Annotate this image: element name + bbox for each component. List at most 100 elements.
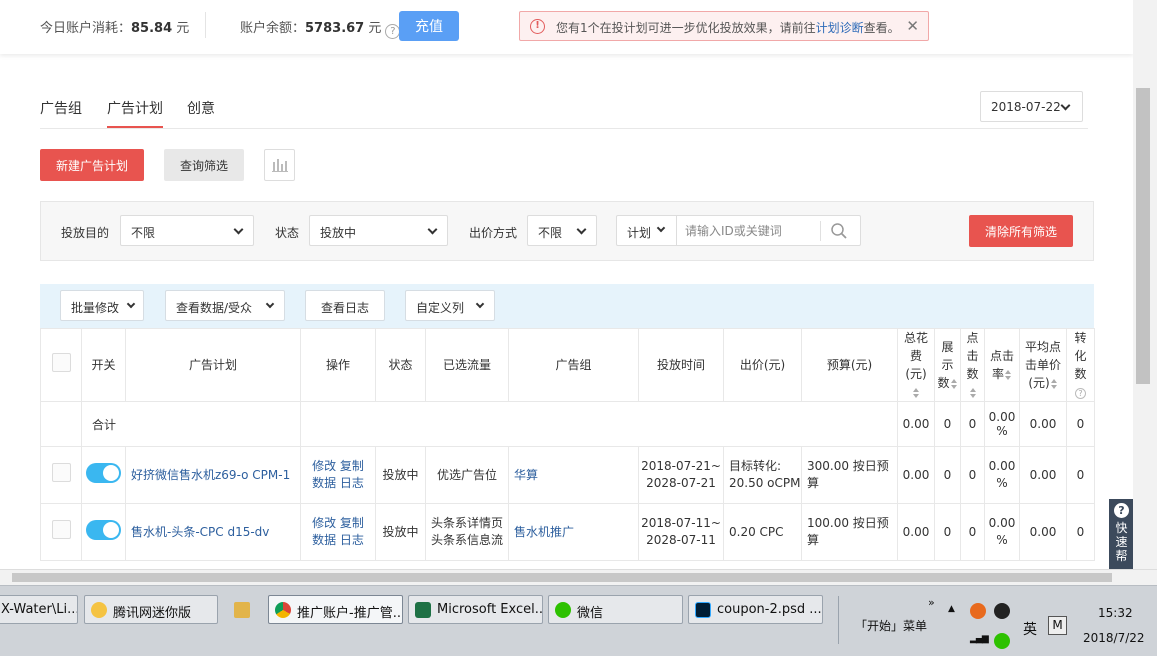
- table-header-row: 开关 广告计划 操作 状态 已选流量 广告组 投放时间 出价(元) 预算(元) …: [40, 328, 1095, 402]
- log-link[interactable]: 日志: [340, 476, 364, 490]
- ad-group-link[interactable]: 华算: [508, 446, 639, 504]
- start-menu[interactable]: 「开始」菜单: [855, 617, 927, 634]
- task-chrome-ad-account[interactable]: 推广账户-推广管...: [268, 595, 403, 624]
- ime-language[interactable]: 英: [1023, 619, 1037, 639]
- search-icon[interactable]: [830, 222, 848, 240]
- divider: [838, 596, 839, 644]
- row-impressions: 0: [934, 446, 961, 504]
- bid-type-value: 不限: [538, 226, 563, 240]
- task-tencent-mini[interactable]: 腾讯网迷你版: [84, 595, 218, 624]
- sort-icon[interactable]: [969, 387, 977, 398]
- vertical-scrollbar[interactable]: [1133, 0, 1157, 569]
- ad-group-link[interactable]: 售水机推广: [508, 503, 639, 561]
- search-scope-select[interactable]: 计划: [617, 216, 677, 245]
- question-icon[interactable]: ?: [1075, 388, 1086, 399]
- task-file-explorer[interactable]: X-Water\Li...: [0, 595, 78, 624]
- row-conversions: 0: [1066, 503, 1095, 561]
- task-photoshop[interactable]: coupon-2.psd ...: [688, 595, 823, 624]
- edit-link[interactable]: 修改: [312, 516, 336, 530]
- sort-icon[interactable]: [1005, 369, 1012, 380]
- copy-link[interactable]: 复制: [340, 516, 364, 530]
- row-ctr: 0.00 %: [984, 446, 1020, 504]
- expand-icon[interactable]: »: [928, 596, 935, 609]
- log-link[interactable]: 日志: [340, 533, 364, 547]
- clear-filters-button[interactable]: 清除所有筛选: [969, 215, 1073, 247]
- status-select[interactable]: 投放中: [309, 215, 448, 246]
- flame-icon[interactable]: [970, 603, 986, 619]
- header-switch: 开关: [81, 328, 126, 402]
- data-link[interactable]: 数据: [312, 533, 336, 547]
- level-tabs: 广告组 广告计划 创意: [40, 98, 1088, 129]
- qq-icon[interactable]: [994, 603, 1010, 619]
- optimization-alert: ! 您有1个在投计划可进一步优化投放效果，请前往计划诊断查看。 ✕: [519, 11, 929, 41]
- new-plan-button[interactable]: 新建广告计划: [40, 149, 144, 181]
- sort-icon[interactable]: [950, 378, 958, 389]
- row-conversions: 0: [1066, 446, 1095, 504]
- balance-value: 5783.67: [305, 21, 365, 36]
- folder-icon[interactable]: [234, 602, 250, 618]
- custom-columns-dropdown[interactable]: 自定义列: [405, 290, 495, 321]
- edit-link[interactable]: 修改: [312, 459, 336, 473]
- bid-type-select[interactable]: 不限: [527, 215, 597, 246]
- status-value: 投放中: [320, 226, 357, 240]
- row-checkbox[interactable]: [51, 520, 71, 539]
- header-cost[interactable]: 总花费(元): [897, 328, 935, 402]
- search-input[interactable]: [685, 222, 815, 240]
- view-data-dropdown[interactable]: 查看数据/受众: [165, 290, 285, 321]
- tab-ad-plan[interactable]: 广告计划: [107, 98, 163, 128]
- header-impressions[interactable]: 展示数: [934, 328, 961, 402]
- tab-creative[interactable]: 创意: [187, 98, 215, 118]
- recharge-button[interactable]: 充值: [399, 11, 459, 41]
- close-icon[interactable]: ✕: [906, 17, 919, 35]
- scrollbar-thumb[interactable]: [12, 573, 1112, 582]
- date-value: 2018-07-22: [991, 100, 1061, 114]
- header-ctr[interactable]: 点击率: [984, 328, 1020, 402]
- plan-table: 开关 广告计划 操作 状态 已选流量 广告组 投放时间 出价(元) 预算(元) …: [40, 328, 1095, 561]
- today-spend-unit: 元: [176, 21, 190, 36]
- wechat-icon: [555, 602, 571, 618]
- clock-time[interactable]: 15:32: [1098, 606, 1133, 620]
- network-icon[interactable]: ▂▄▆: [970, 634, 989, 644]
- plan-toggle[interactable]: [86, 462, 121, 483]
- quick-help-button[interactable]: ? 快 速 帮: [1109, 499, 1133, 569]
- query-filter-button[interactable]: 查询筛选: [164, 149, 244, 181]
- today-spend-label: 今日账户消耗：: [40, 21, 132, 36]
- task-wechat[interactable]: 微信: [548, 595, 683, 624]
- today-spend: 今日账户消耗：85.84 元: [40, 17, 189, 36]
- triangle-up-icon[interactable]: ▲: [948, 604, 955, 614]
- header-ops: 操作: [300, 328, 376, 402]
- bid-type-label: 出价方式: [469, 226, 518, 240]
- sort-icon[interactable]: [1050, 378, 1058, 389]
- header-clicks[interactable]: 点击数: [960, 328, 985, 402]
- tab-ad-group[interactable]: 广告组: [40, 98, 82, 118]
- plan-toggle[interactable]: [86, 519, 121, 540]
- batch-edit-dropdown[interactable]: 批量修改: [60, 290, 144, 321]
- row-avg-cpc: 0.00: [1019, 446, 1067, 504]
- sort-icon[interactable]: [913, 387, 920, 398]
- table-row: 售水机-头条-CPC d15-dv 修改 复制 数据 日志 投放中 头条系详情页…: [40, 503, 1095, 561]
- horizontal-scrollbar[interactable]: [0, 569, 1157, 585]
- plan-name-link[interactable]: 好挤微信售水机z69-o CPM-1: [125, 446, 301, 504]
- ime-mode-icon[interactable]: M: [1048, 616, 1067, 635]
- clock-date[interactable]: 2018/7/22: [1083, 631, 1145, 645]
- copy-link[interactable]: 复制: [340, 459, 364, 473]
- date-picker[interactable]: 2018-07-22: [980, 91, 1083, 122]
- row-cost: 0.00: [897, 446, 935, 504]
- header-avg-cpc[interactable]: 平均点击单价(元): [1019, 328, 1067, 402]
- wechat-tray-icon[interactable]: [994, 633, 1010, 649]
- task-excel[interactable]: Microsoft Excel...: [408, 595, 543, 624]
- summary-cost: 0.00: [897, 401, 935, 447]
- row-traffic: 头条系详情页 头条系信息流: [425, 503, 509, 561]
- row-checkbox[interactable]: [51, 463, 71, 482]
- row-ctr: 0.00 %: [984, 503, 1020, 561]
- data-link[interactable]: 数据: [312, 476, 336, 490]
- plan-name-link[interactable]: 售水机-头条-CPC d15-dv: [125, 503, 301, 561]
- chart-button[interactable]: [264, 149, 295, 181]
- view-log-button[interactable]: 查看日志: [305, 290, 385, 321]
- select-all-checkbox[interactable]: [51, 353, 71, 372]
- scrollbar-thumb[interactable]: [1136, 88, 1150, 384]
- excel-icon: [415, 602, 431, 618]
- plan-diagnosis-link[interactable]: 计划诊断: [816, 21, 864, 35]
- purpose-select[interactable]: 不限: [120, 215, 254, 246]
- search-box: 计划: [616, 215, 861, 246]
